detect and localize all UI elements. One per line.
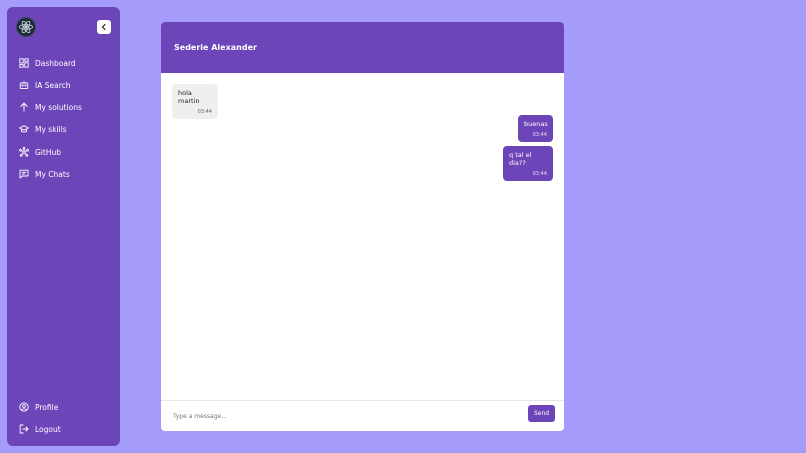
sidebar-item-label: Logout bbox=[35, 424, 61, 434]
sidebar-item-label: IA Search bbox=[35, 80, 71, 90]
sidebar-item-dashboard[interactable]: Dashboard bbox=[19, 56, 76, 70]
robot-icon bbox=[19, 80, 29, 90]
message-time: 03:44 bbox=[197, 109, 212, 115]
sidebar-item-ia-search[interactable]: IA Search bbox=[19, 78, 71, 92]
message-list[interactable]: hola martin 03:44 buenas 03:44 q tal el … bbox=[161, 73, 564, 400]
sidebar-item-my-solutions[interactable]: My solutions bbox=[19, 100, 82, 114]
message-input[interactable] bbox=[169, 408, 524, 424]
send-button[interactable]: Send bbox=[528, 405, 555, 422]
github-network-icon bbox=[19, 147, 29, 157]
sidebar-item-label: My solutions bbox=[35, 102, 82, 112]
sidebar-item-my-skills[interactable]: My skills bbox=[19, 122, 67, 136]
sidebar-item-label: GitHub bbox=[35, 147, 61, 157]
chevron-left-icon bbox=[101, 23, 106, 31]
sidebar-item-logout[interactable]: Logout bbox=[19, 422, 61, 436]
message-text: buenas bbox=[524, 120, 548, 128]
message-incoming: hola martin 03:44 bbox=[172, 84, 218, 119]
sidebar-item-my-chats[interactable]: My Chats bbox=[19, 167, 70, 181]
sidebar-item-label: Dashboard bbox=[35, 58, 76, 68]
user-circle-icon bbox=[19, 402, 29, 412]
arrow-up-icon bbox=[19, 102, 29, 112]
chat-contact-name: Sederie Alexander bbox=[174, 43, 257, 52]
sidebar-item-label: My skills bbox=[35, 124, 67, 134]
message-time: 03:44 bbox=[532, 171, 547, 177]
chat-header: Sederie Alexander bbox=[161, 22, 564, 73]
sidebar-item-profile[interactable]: Profile bbox=[19, 400, 58, 414]
logout-icon bbox=[19, 424, 29, 434]
message-composer: Send bbox=[161, 400, 564, 431]
message-time: 03:44 bbox=[532, 132, 547, 138]
sidebar-item-label: Profile bbox=[35, 402, 59, 412]
atom-logo-icon[interactable] bbox=[16, 17, 36, 37]
message-outgoing: q tal el dia?? 03:44 bbox=[503, 146, 553, 181]
message-text: hola martin bbox=[178, 89, 200, 105]
message-outgoing: buenas 03:44 bbox=[518, 115, 553, 142]
sidebar: Dashboard IA Search My solutions My skil… bbox=[7, 7, 120, 446]
dashboard-icon bbox=[19, 58, 29, 68]
sidebar-item-label: My Chats bbox=[35, 169, 70, 179]
graduation-cap-icon bbox=[19, 124, 29, 134]
sidebar-item-github[interactable]: GitHub bbox=[19, 145, 61, 159]
collapse-sidebar-button[interactable] bbox=[97, 20, 111, 34]
chat-panel: Sederie Alexander hola martin 03:44 buen… bbox=[161, 22, 564, 431]
chat-icon bbox=[19, 169, 29, 179]
message-text: q tal el dia?? bbox=[509, 151, 532, 167]
